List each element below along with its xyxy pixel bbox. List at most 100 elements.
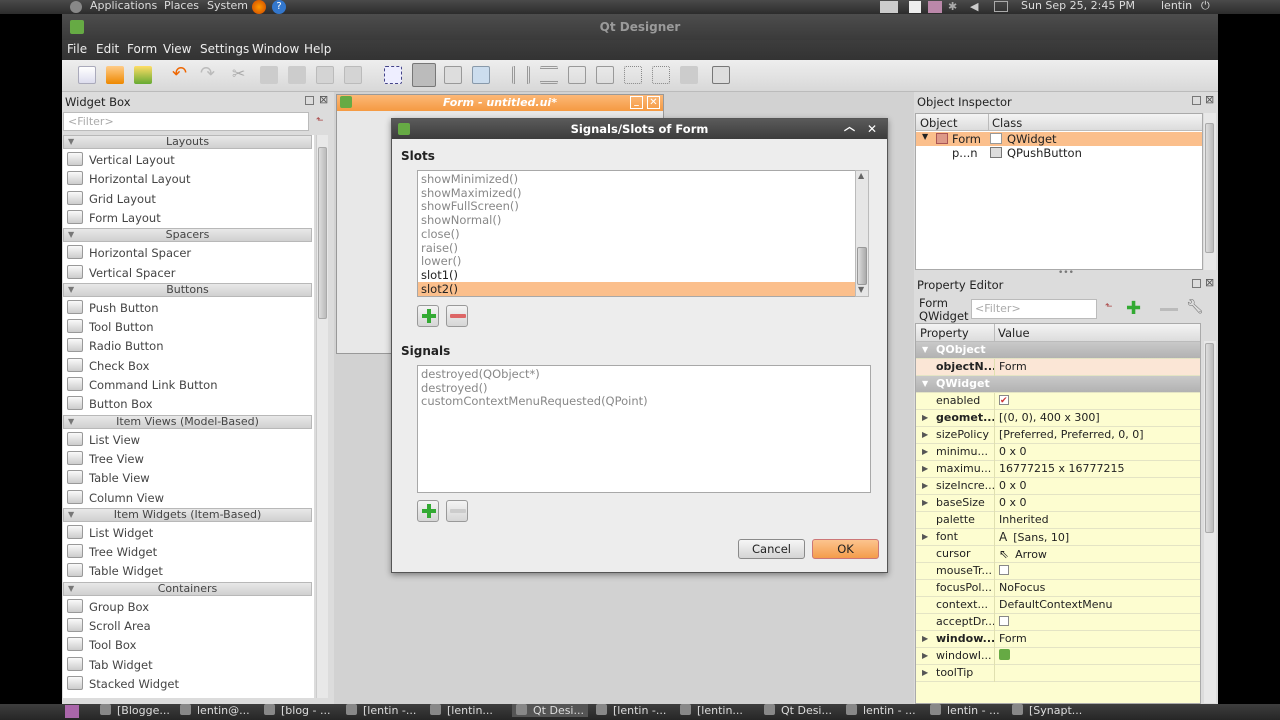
property-value[interactable]: ⇖ Arrow	[999, 546, 1199, 563]
property-row[interactable]: ▶ maximu... 16777215 x 16777215	[916, 461, 1200, 478]
property-value[interactable]: ✔	[999, 393, 1199, 409]
taskbar-item[interactable]: [lentin -...	[346, 704, 416, 717]
new-form-icon[interactable]	[78, 66, 96, 84]
widget-item[interactable]: Tree Widget	[67, 543, 157, 561]
menu-file[interactable]: File	[67, 42, 87, 56]
remove-dynamic-property-icon[interactable]	[1160, 308, 1178, 311]
copy-icon[interactable]	[260, 66, 278, 84]
property-row[interactable]: focusPol... NoFocus	[916, 580, 1200, 597]
widget-item[interactable]: Tool Button	[67, 318, 154, 336]
help-icon[interactable]: ?	[272, 0, 286, 14]
property-row[interactable]: palette Inherited	[916, 512, 1200, 529]
property-row[interactable]: cursor ⇖ Arrow	[916, 546, 1200, 563]
mail-icon[interactable]	[994, 1, 1008, 12]
property-row[interactable]: ▶ window... Form	[916, 631, 1200, 648]
filter-clear-icon[interactable]: ⬑	[1105, 302, 1113, 312]
category-header[interactable]: ▼ Item Widgets (Item-Based)	[63, 507, 312, 522]
property-filter-input[interactable]: <Filter>	[971, 299, 1097, 319]
menu-form[interactable]: Form	[127, 42, 157, 56]
widget-item[interactable]: Tree View	[67, 450, 144, 468]
checkbox-checked-icon[interactable]: ✔	[999, 395, 1009, 406]
taskbar-item[interactable]: [lentin -...	[596, 704, 666, 717]
remove-signal-button[interactable]	[446, 500, 468, 522]
adjust-size-icon[interactable]	[712, 66, 730, 84]
property-value[interactable]: Form	[999, 631, 1199, 647]
property-value[interactable]: DefaultContextMenu	[999, 597, 1199, 613]
object-row-form[interactable]: ▼ Form QWidget	[916, 132, 1202, 146]
taskbar-item[interactable]: [blog - ...	[264, 704, 331, 717]
property-row[interactable]: ▶ font A [Sans, 10]	[916, 529, 1200, 546]
col-class[interactable]: Class	[992, 116, 1022, 130]
cut-icon[interactable]: ✂	[232, 66, 250, 84]
taskbar-item[interactable]: [Synapt...	[1012, 704, 1082, 717]
edit-tab-order-icon[interactable]	[472, 66, 490, 84]
dock-float-icon[interactable]	[305, 96, 314, 105]
slots-scrollbar[interactable]: ▲ ▼	[855, 170, 869, 297]
lower-icon[interactable]	[316, 66, 334, 84]
slot-item[interactable]: showNormal()	[421, 213, 501, 227]
break-layout-icon[interactable]	[680, 66, 698, 84]
expand-arrow-icon[interactable]: ▶	[922, 427, 928, 443]
taskbar-item[interactable]: Qt Desi...	[764, 704, 832, 717]
property-scrollbar[interactable]	[1204, 341, 1216, 703]
clock[interactable]: Sun Sep 25, 2:45 PM	[1021, 0, 1135, 12]
filter-clear-icon[interactable]: ⬑	[316, 116, 324, 126]
category-header[interactable]: ▼ Spacers	[63, 228, 312, 243]
widget-item[interactable]: Scroll Area	[67, 617, 151, 635]
expand-arrow-icon[interactable]: ▶	[922, 665, 928, 681]
widget-item[interactable]: Column View	[67, 489, 164, 507]
menu-edit[interactable]: Edit	[96, 42, 119, 56]
property-value[interactable]: [Preferred, Preferred, 0, 0]	[999, 427, 1199, 443]
firefox-icon[interactable]	[252, 0, 266, 14]
slot-item[interactable]: showFullScreen()	[421, 199, 519, 213]
expand-arrow-icon[interactable]: ▶	[922, 529, 928, 545]
widget-item[interactable]: Grid Layout	[67, 190, 156, 208]
edit-signals-slots-icon[interactable]	[412, 63, 436, 87]
property-row[interactable]: objectN... Form	[916, 359, 1200, 376]
scrollbar-handle[interactable]	[857, 247, 867, 285]
widget-item[interactable]: Tool Box	[67, 636, 136, 654]
subwindow-minimize-icon[interactable]: _	[630, 96, 643, 109]
edit-buddies-icon[interactable]	[444, 66, 462, 84]
layout-v-splitter-icon[interactable]	[596, 66, 614, 84]
slot-item[interactable]: showMaximized()	[421, 186, 521, 200]
property-value[interactable]: [(0, 0), 400 x 300]	[999, 410, 1199, 426]
col-property[interactable]: Property	[920, 326, 969, 340]
paste-icon[interactable]	[288, 66, 306, 84]
slot-item[interactable]: slot2()	[418, 281, 856, 296]
property-group[interactable]: ▼ QObject	[916, 342, 1200, 359]
splitter-handle[interactable]: ⋮	[330, 392, 339, 406]
dock-float-icon[interactable]	[1192, 96, 1201, 105]
slot-item[interactable]: showMinimized()	[421, 172, 518, 186]
taskbar-item[interactable]: [lentin...	[430, 704, 493, 717]
widget-item[interactable]: Group Box	[67, 598, 149, 616]
dock-close-icon[interactable]: ⊠	[319, 93, 328, 106]
layout-horizontal-icon[interactable]	[512, 66, 530, 84]
expand-arrow-icon[interactable]: ▶	[922, 631, 928, 647]
widget-filter-input[interactable]: <Filter>	[63, 112, 309, 131]
widget-item[interactable]: Button Box	[67, 395, 153, 413]
property-row[interactable]: mouseTr...	[916, 563, 1200, 580]
widget-item[interactable]: Check Box	[67, 357, 149, 375]
widget-item[interactable]: Push Button	[67, 299, 158, 317]
add-dynamic-property-icon[interactable]: ✚	[1126, 300, 1141, 318]
slot-item[interactable]: raise()	[421, 241, 458, 255]
taskbar-item[interactable]: lentin - ...	[930, 704, 1000, 717]
save-icon[interactable]	[134, 66, 152, 84]
property-value[interactable]: A [Sans, 10]	[999, 529, 1199, 546]
layout-h-splitter-icon[interactable]	[568, 66, 586, 84]
widget-item[interactable]: Tab Widget	[67, 656, 153, 674]
widget-item[interactable]: Horizontal Spacer	[67, 244, 191, 262]
add-slot-button[interactable]	[417, 305, 439, 327]
expand-arrow-icon[interactable]: ▶	[922, 461, 928, 477]
applications-menu[interactable]: Applications	[90, 0, 157, 12]
widget-item[interactable]: Form Layout	[67, 209, 161, 227]
object-row-pushbutton[interactable]: p...n QPushButton	[916, 146, 1202, 160]
property-row[interactable]: ▶ windowI...	[916, 648, 1200, 665]
property-group[interactable]: ▼ QWidget	[916, 376, 1200, 393]
widget-item[interactable]: List View	[67, 431, 140, 449]
property-row[interactable]: ▶ toolTip	[916, 665, 1200, 682]
open-icon[interactable]	[106, 66, 124, 84]
dock-close-icon[interactable]: ⊠	[1205, 276, 1214, 289]
object-tree-scrollbar[interactable]	[1204, 113, 1216, 270]
